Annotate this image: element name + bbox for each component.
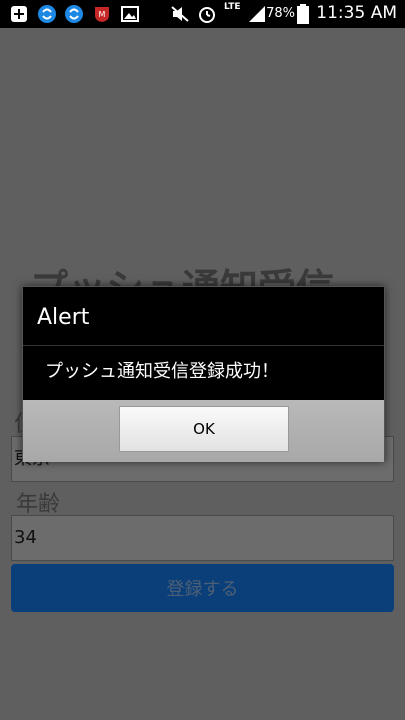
age-field[interactable]: 34 xyxy=(11,515,394,561)
dialog-divider xyxy=(23,345,384,346)
dialog-title: Alert xyxy=(37,305,90,330)
dialog-message: プッシュ通知受信登録成功！ xyxy=(45,361,279,382)
register-button[interactable]: 登録する xyxy=(11,564,394,612)
mcafee-icon: M xyxy=(93,5,111,23)
ok-button[interactable]: OK xyxy=(119,406,289,452)
mute-icon xyxy=(170,5,190,23)
sync-icon xyxy=(37,5,57,23)
image-icon xyxy=(121,5,139,23)
plus-icon xyxy=(10,5,28,23)
signal-icon xyxy=(248,5,266,23)
battery-percentage: 78% xyxy=(266,6,295,21)
age-label: 年齢 xyxy=(16,492,61,517)
alert-dialog: Alert プッシュ通知受信登録成功！ OK xyxy=(22,286,385,462)
dialog-button-bar: OK xyxy=(23,400,384,462)
status-bar: M LTE 78% 11:35 AM xyxy=(0,0,405,28)
alarm-icon xyxy=(197,5,217,23)
clock: 11:35 AM xyxy=(316,3,397,23)
sync-icon xyxy=(64,5,84,23)
svg-text:M: M xyxy=(99,10,106,19)
lte-indicator: LTE xyxy=(224,2,241,12)
battery-icon xyxy=(297,4,309,24)
